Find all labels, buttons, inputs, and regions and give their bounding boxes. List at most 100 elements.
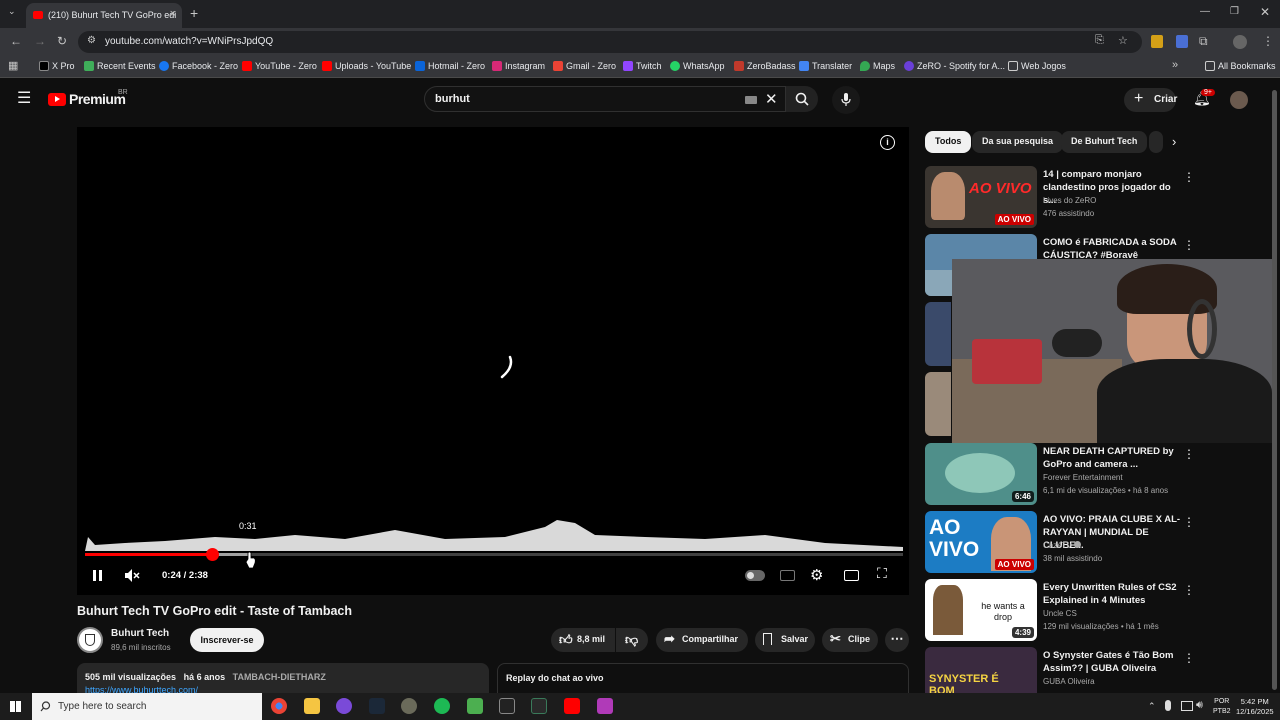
site-info-icon[interactable]: ⚙ xyxy=(87,35,96,46)
info-icon[interactable]: i xyxy=(880,135,895,150)
rec-channel[interactable]: CazéTV xyxy=(1043,541,1082,550)
theater-mode-icon[interactable] xyxy=(844,570,859,581)
video-thumbnail-partial[interactable] xyxy=(925,372,951,436)
new-tab-icon[interactable]: + xyxy=(190,5,198,21)
apps-grid-icon[interactable]: ▦ xyxy=(8,59,18,72)
bookmark-instagram[interactable]: Instagram xyxy=(492,61,545,71)
like-button[interactable]: 👍︎ 8,8 mil xyxy=(551,628,615,652)
bookmark-twitch[interactable]: Twitch xyxy=(623,61,662,71)
forward-icon[interactable]: → xyxy=(34,34,46,48)
recommendation-item[interactable]: SYNYSTER É BOM O Synyster Gates é Tão Bo… xyxy=(925,647,1270,693)
app-taskbar-icon[interactable] xyxy=(401,698,417,714)
autoplay-toggle[interactable] xyxy=(745,570,765,581)
youtube-logo-icon[interactable] xyxy=(48,93,66,106)
search-button[interactable] xyxy=(786,86,818,112)
tray-expand-icon[interactable]: ⌃ xyxy=(1148,701,1156,712)
bookmark-hotmail[interactable]: Hotmail - Zero xyxy=(415,61,485,71)
excel-taskbar-icon[interactable] xyxy=(531,698,547,714)
share-button[interactable]: ➦ Compartilhar xyxy=(656,628,748,652)
browser-menu-icon[interactable]: ⋮ xyxy=(1262,34,1274,48)
video-thumbnail-partial[interactable] xyxy=(925,302,951,366)
video-thumbnail[interactable]: SYNYSTER É BOM xyxy=(925,647,1037,693)
account-avatar[interactable] xyxy=(1230,91,1248,109)
fullscreen-icon[interactable]: ⛶ xyxy=(877,565,887,582)
network-tray-icon[interactable] xyxy=(1181,701,1193,711)
chip-overflow[interactable] xyxy=(1149,131,1163,153)
bookmark-zerobadass[interactable]: ZeroBadass xyxy=(734,61,796,71)
more-options-icon[interactable]: ⋮ xyxy=(1183,170,1195,184)
voice-search-button[interactable] xyxy=(832,86,860,114)
rec-channel[interactable]: GUBA Oliveira xyxy=(1043,677,1095,686)
reload-icon[interactable]: ↻ xyxy=(57,34,67,48)
browser-tab[interactable]: (210) Buhurt Tech TV GoPro edi × xyxy=(26,3,182,28)
more-options-icon[interactable]: ⋮ xyxy=(1183,238,1195,252)
close-tab-icon[interactable]: × xyxy=(170,8,176,20)
more-options-icon[interactable]: ⋮ xyxy=(1183,583,1195,597)
video-thumbnail[interactable]: he wants a drop 4:39 xyxy=(925,579,1037,641)
video-thumbnail[interactable]: AO VIVO AO VIVO xyxy=(925,166,1037,228)
address-bar[interactable]: ⚙ youtube.com/watch?v=WNiPrsJpdQQ ⎘ ☆ xyxy=(78,31,1142,53)
bookmark-maps[interactable]: Maps xyxy=(860,61,895,71)
save-button[interactable]: Salvar xyxy=(755,628,815,652)
rec-channel[interactable]: Lives do ZeRO xyxy=(1043,196,1096,205)
more-options-icon[interactable]: ⋮ xyxy=(1183,515,1195,529)
chip-from-search[interactable]: Da sua pesquisa xyxy=(972,131,1064,153)
chrome-taskbar-icon[interactable] xyxy=(271,698,287,714)
video-player[interactable]: i 0:31 0:24 / 2:38 ⚙ ⛶ xyxy=(77,127,909,595)
bookmark-star-icon[interactable]: ☆ xyxy=(1118,34,1128,47)
settings-gear-icon[interactable]: ⚙ xyxy=(810,566,823,584)
create-button[interactable]: + Criar xyxy=(1124,88,1177,112)
rec-channel[interactable]: Uncle CS xyxy=(1043,609,1077,618)
taskbar-search-input[interactable]: Type here to search xyxy=(32,693,262,720)
steam-taskbar-icon[interactable] xyxy=(369,698,385,714)
windows-start-icon[interactable] xyxy=(10,701,21,712)
subtitles-icon[interactable] xyxy=(780,570,795,581)
chip-from-channel[interactable]: De Buhurt Tech xyxy=(1061,131,1148,153)
pause-icon[interactable] xyxy=(93,570,96,581)
spotify-taskbar-icon[interactable] xyxy=(434,698,450,714)
extension-icon[interactable] xyxy=(1151,35,1163,48)
muted-volume-icon[interactable] xyxy=(124,568,141,583)
progress-bar[interactable] xyxy=(85,548,903,561)
epic-taskbar-icon[interactable] xyxy=(499,698,515,714)
recommendation-item[interactable]: 6:46 NEAR DEATH CAPTURED by GoPro and ca… xyxy=(925,443,1270,507)
dislike-button[interactable]: 👎︎ xyxy=(616,628,648,652)
search-input[interactable]: burhut ✕ xyxy=(424,86,786,112)
volume-tray-icon[interactable]: 🔊︎ xyxy=(1196,699,1203,712)
more-options-icon[interactable]: ⋮ xyxy=(1183,447,1195,461)
clear-search-icon[interactable]: ✕ xyxy=(765,90,778,108)
extension-shield-icon[interactable] xyxy=(1176,35,1188,48)
channel-avatar[interactable] xyxy=(77,627,103,653)
mic-tray-icon[interactable] xyxy=(1165,700,1171,711)
bookmark-gmail[interactable]: Gmail - Zero xyxy=(553,61,616,71)
video-thumbnail[interactable]: 6:46 xyxy=(925,443,1037,505)
language-indicator[interactable]: POR PTB2 xyxy=(1213,697,1231,717)
discord-taskbar-icon[interactable] xyxy=(336,698,352,714)
close-window-icon[interactable]: ✕ xyxy=(1260,5,1270,19)
subscribe-button[interactable]: Inscrever-se xyxy=(190,628,264,652)
youtube-taskbar-icon[interactable] xyxy=(564,698,580,714)
minecraft-taskbar-icon[interactable] xyxy=(467,698,483,714)
hamburger-menu-icon[interactable]: ☰ xyxy=(17,91,31,107)
restore-icon[interactable]: ❐ xyxy=(1230,6,1239,17)
recommendation-item[interactable]: he wants a drop 4:39 Every Unwritten Rul… xyxy=(925,579,1270,643)
bookmark-youtube[interactable]: YouTube - Zero xyxy=(242,61,317,71)
rec-title[interactable]: NEAR DEATH CAPTURED by GoPro and camera … xyxy=(1043,445,1181,471)
scrubber-handle[interactable] xyxy=(205,548,219,561)
more-actions-icon[interactable]: ⋯ xyxy=(885,628,909,652)
bookmark-translater[interactable]: Translater xyxy=(799,61,852,71)
recommendation-item[interactable]: AO VIVO AO VIVO 14 | comparo monjaro cla… xyxy=(925,166,1270,230)
app-taskbar-icon-2[interactable] xyxy=(597,698,613,714)
bookmark-recent-events[interactable]: Recent Events xyxy=(84,61,156,71)
bookmark-facebook[interactable]: Facebook - Zero xyxy=(159,61,238,71)
youtube-premium-logo[interactable]: Premium xyxy=(69,91,126,107)
extensions-puzzle-icon[interactable]: ⧉ xyxy=(1199,34,1208,49)
chips-next-icon[interactable]: › xyxy=(1172,134,1176,149)
bookmark-uploads-youtube[interactable]: Uploads - YouTube xyxy=(322,61,411,71)
rec-channel[interactable]: Forever Entertainment xyxy=(1043,473,1123,482)
more-options-icon[interactable]: ⋮ xyxy=(1183,651,1195,665)
recommendation-item[interactable]: AO VIVO AO VIVO AO VIVO: PRAIA CLUBE X A… xyxy=(925,511,1270,575)
bookmark-x-pro[interactable]: X Pro xyxy=(39,61,75,71)
profile-avatar-icon[interactable] xyxy=(1233,35,1247,49)
install-icon[interactable]: ⎘ xyxy=(1095,34,1104,47)
